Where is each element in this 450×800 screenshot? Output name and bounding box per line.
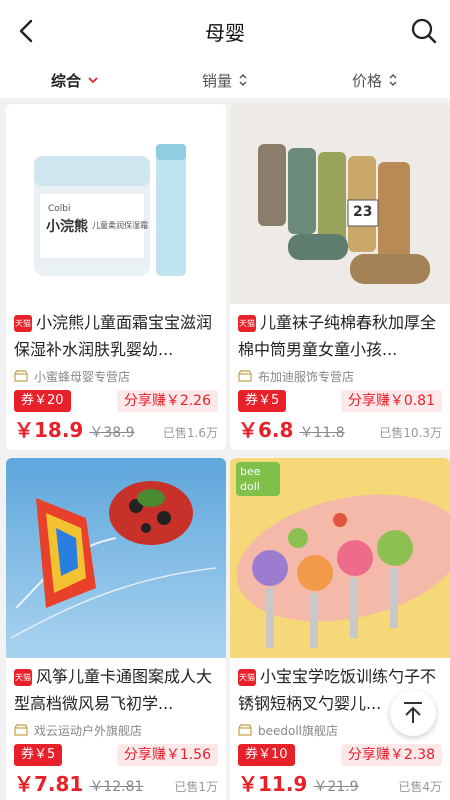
sort-label: 销量: [201, 71, 232, 90]
product-image: bee doll: [230, 458, 450, 658]
store-icon: [238, 370, 252, 382]
product-title: 天猫 风筝儿童卡通图案成人大型高档微风易飞初学...: [6, 658, 226, 720]
sort-comprehensive[interactable]: 综合: [0, 70, 150, 91]
sort-arrows-icon: [389, 73, 397, 87]
brand-text: Colbi: [48, 204, 71, 214]
product-image: [6, 458, 226, 658]
search-icon[interactable]: [410, 17, 438, 45]
tmall-badge: 天猫: [238, 669, 256, 686]
sort-label: 价格: [351, 71, 382, 90]
store-icon: [238, 724, 252, 736]
shop-row[interactable]: 布加迪服饰专营店: [230, 366, 450, 386]
sort-bar: 综合 销量 价格: [0, 62, 450, 98]
share-earn-button[interactable]: 分享赚￥0.81: [340, 390, 442, 412]
shop-name: 戏云运动户外旗舰店: [34, 723, 143, 738]
sale-price: ￥6.8: [238, 418, 294, 442]
product-name: 小浣熊儿童面霜宝宝滋润保湿补水润肤乳婴幼...: [14, 313, 213, 359]
original-price: ￥11.8: [299, 425, 345, 441]
sale-price: ￥18.9: [14, 418, 84, 442]
store-icon: [14, 724, 28, 736]
share-earn-button[interactable]: 分享赚￥2.38: [340, 744, 442, 766]
chevron-down-icon: [88, 77, 98, 84]
brand-logo-text: doll: [240, 480, 260, 493]
header: 母婴: [0, 0, 450, 62]
store-icon: [14, 370, 28, 382]
shop-row[interactable]: 戏云运动户外旗舰店: [6, 720, 226, 740]
product-name: 风筝儿童卡通图案成人大型高档微风易飞初学...: [14, 667, 213, 713]
coupon-badge[interactable]: 券￥10: [238, 744, 295, 766]
original-price: ￥38.9: [89, 425, 135, 441]
shop-name: 小蜜蜂母婴专营店: [34, 369, 131, 384]
product-image: Colbi 小浣熊 儿童柔润保湿霜: [6, 104, 226, 304]
sale-price: ￥11.9: [238, 772, 308, 796]
coupon-badge[interactable]: 券￥20: [14, 390, 71, 412]
brand-logo-text: bee: [240, 465, 261, 478]
sold-count: 已售1.6万: [162, 426, 218, 440]
brand-logo: bee doll: [236, 462, 280, 496]
sort-label: 综合: [50, 71, 81, 90]
product-card[interactable]: bee doll 天猫 小宝宝学吃饭训练勺子不锈钢短柄叉勺婴儿... beedol…: [230, 458, 450, 800]
original-price: ￥21.9: [313, 779, 359, 795]
sort-arrows-icon: [239, 73, 247, 87]
sort-sales[interactable]: 销量: [150, 70, 300, 91]
product-name: 儿童袜子纯棉春秋加厚全棉中筒男童女童小孩...: [238, 313, 437, 359]
product-title: 天猫 小浣熊儿童面霜宝宝滋润保湿补水润肤乳婴幼...: [6, 304, 226, 366]
sold-count: 已售1万: [174, 780, 218, 794]
back-to-top-button[interactable]: [390, 690, 436, 736]
share-earn-button[interactable]: 分享赚￥2.26: [116, 390, 218, 412]
product-image: 23: [230, 104, 450, 304]
coupon-badge[interactable]: 券￥5: [14, 744, 63, 766]
page-title: 母婴: [205, 20, 245, 45]
product-label-text: 儿童柔润保湿霜: [92, 221, 148, 230]
product-grid: Colbi 小浣熊 儿童柔润保湿霜 天猫 小浣熊儿童面霜宝宝滋润保湿补水润肤乳婴幼…: [0, 98, 450, 800]
product-card[interactable]: 23 天猫 儿童袜子纯棉春秋加厚全棉中筒男童女童小孩... 布加迪服饰专营店 券￥…: [230, 104, 450, 450]
brand-logo-text: 小浣熊: [46, 219, 88, 235]
sold-count: 已售10.3万: [379, 426, 442, 440]
tmall-badge: 天猫: [14, 315, 32, 332]
sold-count: 已售4万: [398, 780, 442, 794]
original-price: ￥12.81: [89, 779, 144, 795]
back-to-top-icon: [404, 702, 422, 723]
shop-name: 布加迪服饰专营店: [258, 369, 355, 384]
sort-price[interactable]: 价格: [300, 70, 450, 91]
product-card[interactable]: Colbi 小浣熊 儿童柔润保湿霜 天猫 小浣熊儿童面霜宝宝滋润保湿补水润肤乳婴幼…: [6, 104, 226, 450]
sale-price: ￥7.81: [14, 772, 84, 796]
product-card[interactable]: 天猫 风筝儿童卡通图案成人大型高档微风易飞初学... 戏云运动户外旗舰店 券￥5 …: [6, 458, 226, 800]
shop-row[interactable]: 小蜜蜂母婴专营店: [6, 366, 226, 386]
tmall-badge: 天猫: [238, 315, 256, 332]
tmall-badge: 天猫: [14, 669, 32, 686]
shop-name: beedoll旗舰店: [258, 723, 339, 738]
back-arrow-icon[interactable]: [14, 18, 40, 44]
share-earn-button[interactable]: 分享赚￥1.56: [116, 744, 218, 766]
coupon-badge[interactable]: 券￥5: [238, 390, 287, 412]
product-title: 天猫 儿童袜子纯棉春秋加厚全棉中筒男童女童小孩...: [230, 304, 450, 366]
sock-number-text: 23: [353, 204, 373, 220]
